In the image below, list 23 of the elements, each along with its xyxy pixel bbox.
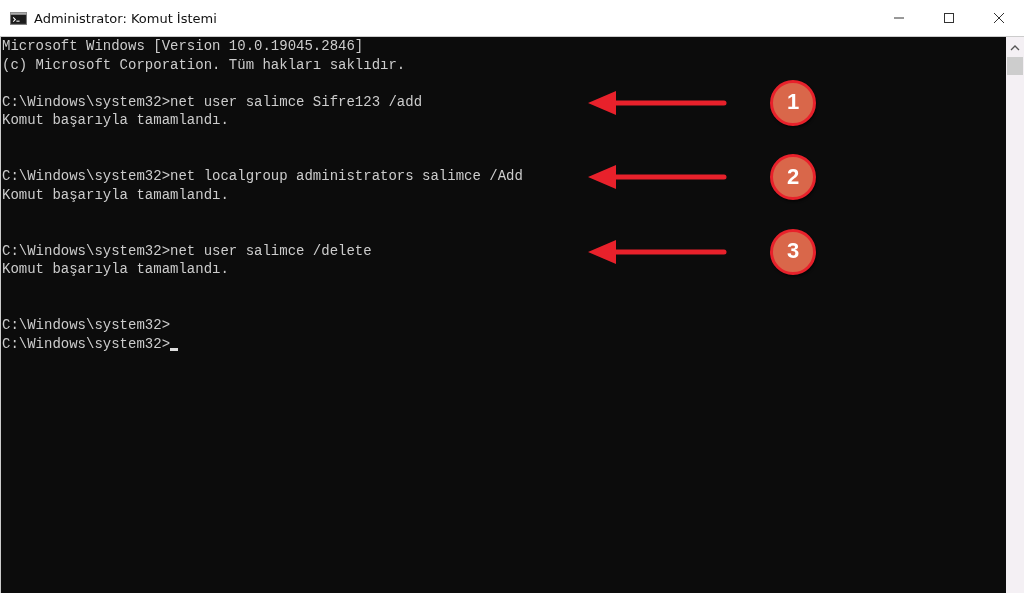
console-line: Komut başarıyla tamamlandı. [2, 185, 229, 205]
arrow-icon [588, 164, 728, 191]
arrow-icon [588, 238, 728, 265]
console-line: C:\Windows\system32>net user salimce Sifre123 /add [2, 92, 423, 112]
console-line: C:\Windows\system32>net user salimce /delete [2, 241, 372, 261]
step-number: 1 [770, 79, 816, 126]
console-line: C:\Windows\system32> [2, 315, 171, 335]
console-line: C:\Windows\system32> [2, 334, 171, 354]
step-number: 3 [770, 228, 816, 275]
scrollbar-thumb[interactable] [1007, 57, 1023, 75]
window-title: Administrator: Komut İstemi [34, 10, 217, 26]
console-line: Microsoft Windows [Version 10.0.19045.2846] [2, 37, 364, 56]
maximize-icon [943, 12, 955, 24]
scrollbar[interactable] [1006, 37, 1024, 593]
console-line: C:\Windows\system32>net localgroup administrators salimce /Add [2, 167, 523, 186]
close-icon [993, 12, 1005, 24]
arrow-icon [588, 89, 728, 116]
console-icon [10, 11, 27, 25]
console-line: Komut başarıyla tamamlandı. [2, 260, 229, 279]
console-line: (c) Microsoft Corporation. Tüm hakları saklıdır. [2, 55, 406, 75]
scroll-up-icon[interactable] [1010, 45, 1020, 51]
step-number: 2 [770, 154, 816, 201]
console-line: Komut başarıyla tamamlandı. [2, 111, 229, 130]
